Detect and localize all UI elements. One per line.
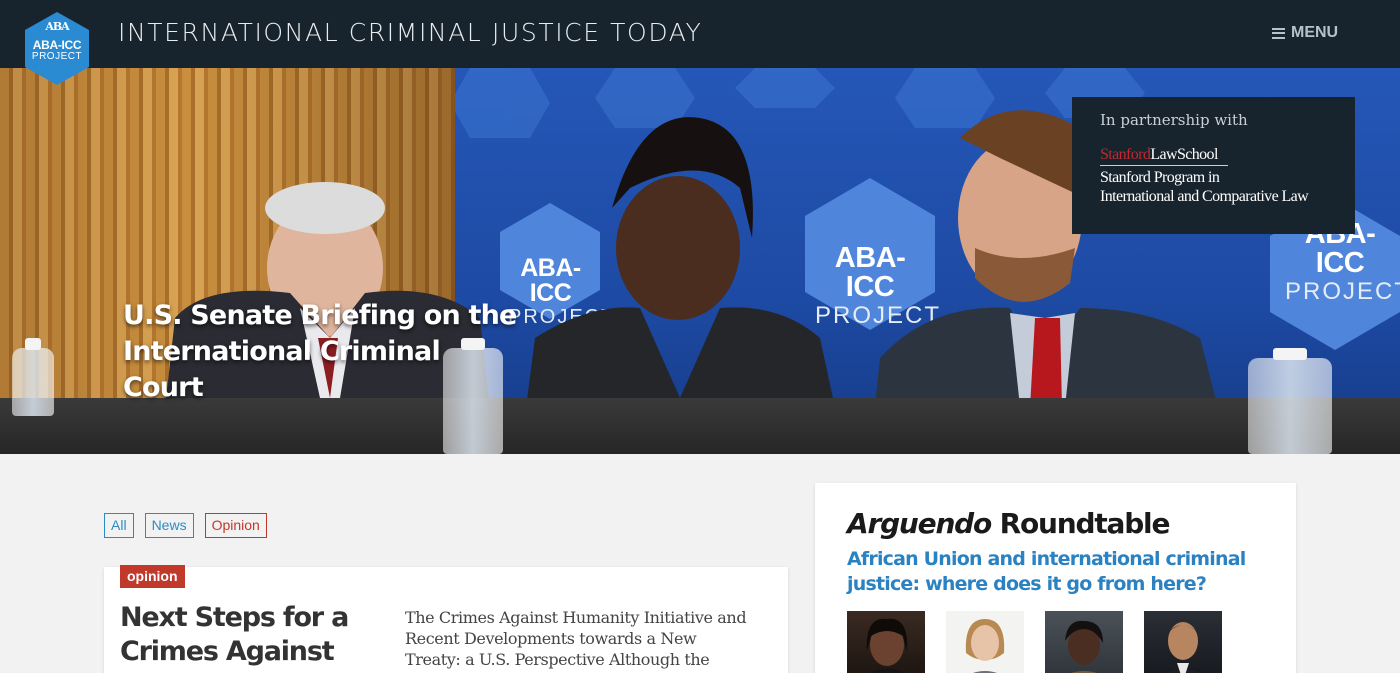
water-bottle — [12, 338, 54, 416]
participant-avatars — [847, 611, 1222, 673]
participant-avatar[interactable] — [946, 611, 1024, 673]
site-title[interactable]: INTERNATIONAL CRIMINAL JUSTICE TODAY — [118, 18, 702, 47]
logo-aba-mark: ABA — [45, 20, 69, 33]
program-name: Stanford Program in International and Co… — [1100, 169, 1309, 205]
article-category-badge[interactable]: opinion — [120, 565, 185, 588]
participant-avatar[interactable] — [1144, 611, 1222, 673]
arguendo-roundtable: Arguendo Roundtable African Union and in… — [815, 483, 1296, 673]
hero-caption[interactable]: U.S. Senate Briefing on the Internationa… — [123, 298, 523, 406]
participant-avatar[interactable] — [847, 611, 925, 673]
article-excerpt: The Crimes Against Humanity Initiative a… — [405, 608, 747, 673]
hamburger-icon — [1272, 27, 1285, 39]
filter-opinion[interactable]: Opinion — [204, 513, 267, 538]
site-header: INTERNATIONAL CRIMINAL JUSTICE TODAY MEN… — [0, 0, 1400, 68]
partnership-box[interactable]: In partnership with StanfordLawSchool St… — [1072, 97, 1355, 234]
article-card[interactable]: opinion Next Steps for a Crimes Against … — [104, 565, 788, 673]
partnership-label: In partnership with — [1100, 111, 1248, 129]
logo-subtitle: PROJECT — [31, 51, 83, 62]
participant-avatar[interactable] — [1045, 611, 1123, 673]
menu-button[interactable]: MENU — [1272, 24, 1338, 42]
aba-icc-logo[interactable]: ABA ABA-ICC PROJECT — [24, 11, 90, 86]
filter-all[interactable]: All — [104, 513, 134, 538]
stanford-law-school-logo: StanfordLawSchool — [1100, 146, 1218, 163]
roundtable-topic-link[interactable]: African Union and international criminal… — [847, 547, 1267, 597]
menu-label: MENU — [1291, 24, 1339, 41]
article-title[interactable]: Next Steps for a Crimes Against — [120, 601, 360, 669]
water-bottle — [1248, 348, 1332, 454]
briefing-table — [0, 398, 1400, 454]
roundtable-heading: Arguendo Roundtable — [847, 507, 1170, 540]
filter-news[interactable]: News — [144, 513, 194, 538]
category-filters: All News Opinion — [104, 513, 267, 538]
logo-name: ABA-ICC — [32, 38, 82, 52]
